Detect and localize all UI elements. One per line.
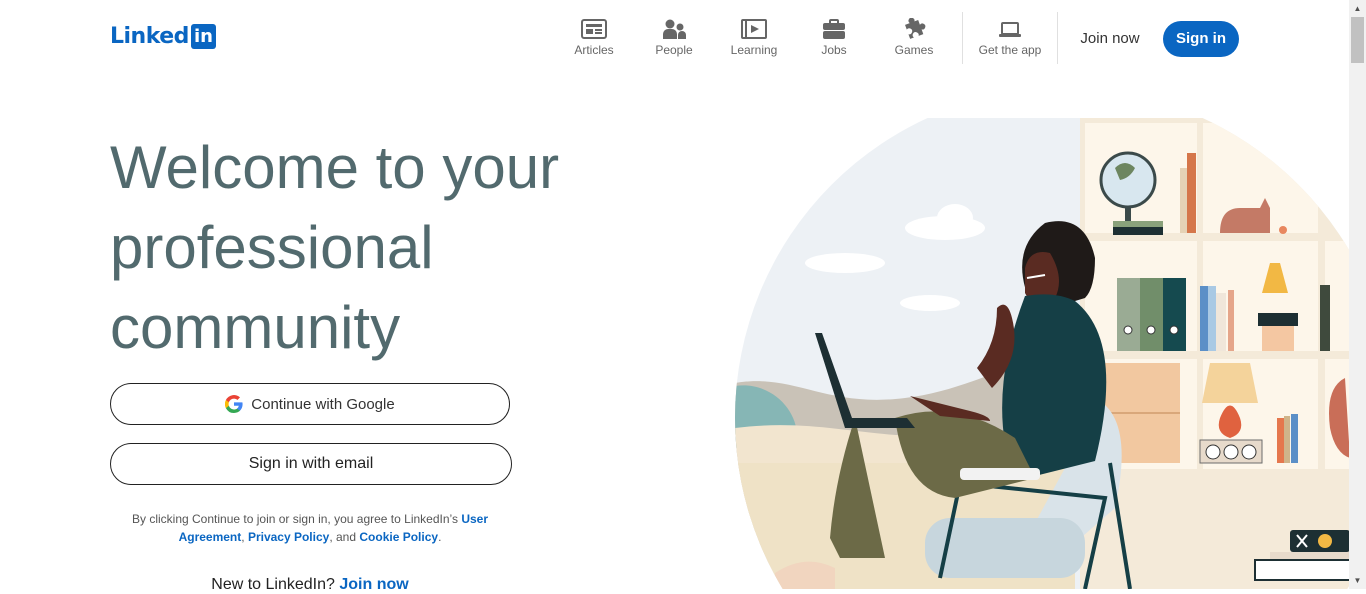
nav-divider	[1057, 12, 1058, 64]
logo-text: Linked	[110, 24, 189, 49]
logo-in-box: in	[190, 24, 216, 49]
email-button-label: Sign in with email	[248, 455, 374, 472]
nav-label: Get the app	[978, 43, 1042, 57]
hero-illustration	[735, 118, 1350, 589]
legal-period: .	[438, 530, 442, 544]
new-to-linkedin: New to LinkedIn? Join now	[110, 576, 510, 594]
articles-icon	[581, 19, 607, 39]
people-icon	[663, 19, 686, 39]
nav-games[interactable]: Games	[874, 16, 954, 57]
nav-get-the-app[interactable]: Get the app	[970, 16, 1050, 57]
sign-in-button[interactable]: Sign in	[1163, 21, 1239, 57]
learning-icon	[741, 19, 767, 39]
legal-notice: By clicking Continue to join or sign in,…	[120, 510, 500, 546]
nav-label: People	[655, 43, 693, 57]
google-button-label: Continue with Google	[251, 395, 395, 413]
join-now-link[interactable]: Join now	[339, 576, 408, 593]
legal-prefix: By clicking Continue to join or sign in,…	[132, 512, 458, 526]
nav-jobs[interactable]: Jobs	[794, 16, 874, 57]
nav-label: Articles	[574, 43, 614, 57]
nav-people[interactable]: People	[634, 16, 714, 57]
join-now-button[interactable]: Join now	[1070, 22, 1150, 56]
scroll-down-arrow-icon[interactable]: ▼	[1349, 572, 1366, 589]
nav-label: Jobs	[821, 43, 847, 57]
linkedin-logo[interactable]: Linked in	[110, 24, 216, 49]
nav-learning[interactable]: Learning	[714, 16, 794, 57]
page-scrollbar[interactable]: ▲ ▼	[1349, 0, 1366, 589]
jobs-icon	[823, 19, 845, 39]
privacy-policy-link[interactable]: Privacy Policy	[248, 530, 329, 544]
nav-label: Games	[894, 43, 934, 57]
new-to-text: New to LinkedIn?	[211, 576, 335, 593]
scroll-up-arrow-icon[interactable]: ▲	[1349, 0, 1366, 17]
laptop-icon	[999, 22, 1021, 37]
legal-and: , and	[329, 530, 357, 544]
games-icon	[905, 18, 926, 39]
page-headline: Welcome to your professional community	[110, 134, 560, 361]
google-icon	[225, 395, 243, 413]
sign-in-with-email-button[interactable]: Sign in with email	[110, 443, 512, 485]
scroll-thumb[interactable]	[1351, 17, 1364, 63]
continue-with-google-button[interactable]: Continue with Google	[110, 383, 510, 425]
legal-comma: ,	[241, 530, 248, 544]
cookie-policy-link[interactable]: Cookie Policy	[359, 530, 438, 544]
nav-label: Learning	[730, 43, 778, 57]
nav-articles[interactable]: Articles	[554, 16, 634, 57]
nav-divider	[962, 12, 963, 64]
